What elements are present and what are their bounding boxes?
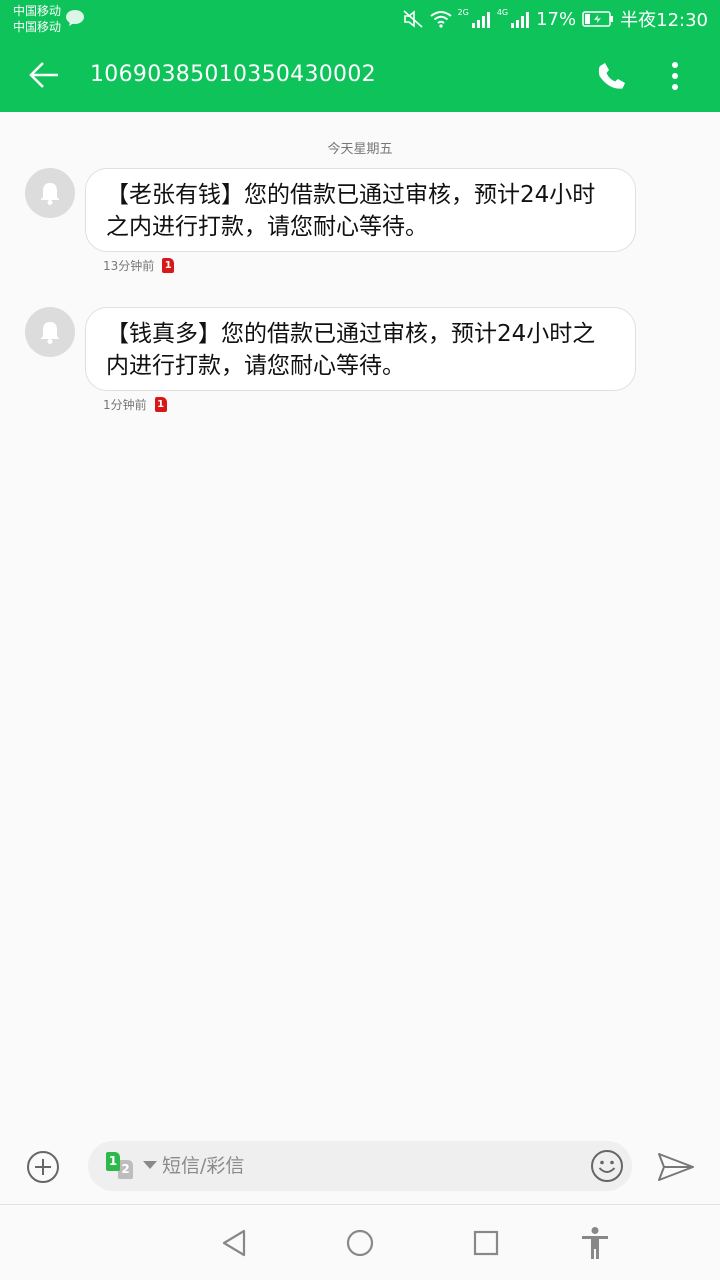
system-navigation-bar bbox=[0, 1204, 720, 1280]
sim-card-icon: 1 bbox=[154, 397, 167, 412]
messaging-screen: 中国移动 中国移动 2G 4G 17% 半夜12:30 106903850103… bbox=[0, 0, 720, 1280]
accessibility-button[interactable] bbox=[577, 1225, 613, 1261]
message-bubble[interactable]: 【老张有钱】您的借款已通过审核，预计24小时之内进行打款，请您耐心等待。 bbox=[85, 168, 636, 252]
message-input[interactable] bbox=[162, 1151, 572, 1181]
carrier-2-label: 中国移动 bbox=[13, 20, 62, 34]
dropdown-caret-icon[interactable] bbox=[143, 1161, 157, 1169]
network-type-1: 2G bbox=[457, 7, 469, 17]
nav-home-button[interactable] bbox=[342, 1225, 378, 1261]
more-vert-icon bbox=[672, 62, 678, 90]
call-button[interactable] bbox=[592, 56, 632, 96]
message-time: 13分钟前 bbox=[103, 259, 155, 273]
battery-icon bbox=[582, 11, 614, 27]
notification-bell-icon bbox=[40, 322, 60, 344]
add-circle-icon[interactable] bbox=[26, 1150, 60, 1184]
back-arrow-icon bbox=[29, 62, 58, 88]
sim-card-icon: 1 bbox=[162, 258, 175, 273]
nav-recents-icon bbox=[473, 1230, 499, 1256]
wechat-icon bbox=[66, 10, 84, 26]
back-button[interactable] bbox=[22, 56, 66, 94]
network-type-2: 4G bbox=[496, 7, 509, 17]
mute-icon bbox=[402, 10, 423, 28]
status-indicators: 2G 4G 17% 半夜12:30 bbox=[402, 6, 708, 32]
signal-icon bbox=[511, 12, 530, 28]
message-meta: 1分钟前 1 bbox=[103, 396, 167, 413]
sim-1-icon: 1 bbox=[106, 1152, 120, 1171]
carrier-1-label: 中国移动 bbox=[13, 4, 62, 18]
emoji-icon[interactable] bbox=[590, 1149, 624, 1183]
message-input-container: 2 1 bbox=[88, 1141, 632, 1191]
nav-home-icon bbox=[346, 1229, 374, 1257]
send-icon[interactable] bbox=[656, 1150, 696, 1184]
nav-back-icon bbox=[222, 1229, 246, 1257]
phone-icon bbox=[598, 63, 625, 89]
carrier-info: 中国移动 中国移动 bbox=[13, 3, 61, 35]
message-bubble[interactable]: 【钱真多】您的借款已通过审核，预计24小时之内进行打款，请您耐心等待。 bbox=[85, 307, 636, 391]
sender-avatar[interactable] bbox=[25, 307, 75, 357]
nav-recents-button[interactable] bbox=[468, 1225, 504, 1261]
message-composer: 2 1 bbox=[0, 1130, 720, 1204]
sim-select-button[interactable]: 2 1 bbox=[106, 1152, 136, 1180]
conversation-sender-number: 10690385010350430002 bbox=[90, 62, 376, 87]
more-options-button[interactable] bbox=[660, 56, 690, 96]
sim-2-icon: 2 bbox=[118, 1160, 133, 1179]
wifi-icon bbox=[429, 11, 452, 28]
conversation-app-bar: 10690385010350430002 bbox=[0, 38, 720, 112]
date-divider: 今天星期五 bbox=[327, 142, 393, 157]
message-time: 1分钟前 bbox=[103, 398, 147, 412]
clock: 半夜12:30 bbox=[620, 10, 708, 31]
signal-icon bbox=[471, 12, 490, 28]
nav-back-button[interactable] bbox=[216, 1225, 252, 1261]
sender-avatar[interactable] bbox=[25, 168, 75, 218]
notification-bell-icon bbox=[40, 183, 60, 205]
accessibility-icon bbox=[582, 1227, 608, 1259]
status-bar: 中国移动 中国移动 2G 4G 17% 半夜12:30 bbox=[0, 0, 720, 38]
message-meta: 13分钟前 1 bbox=[103, 257, 175, 274]
battery-percent: 17% bbox=[536, 8, 577, 30]
